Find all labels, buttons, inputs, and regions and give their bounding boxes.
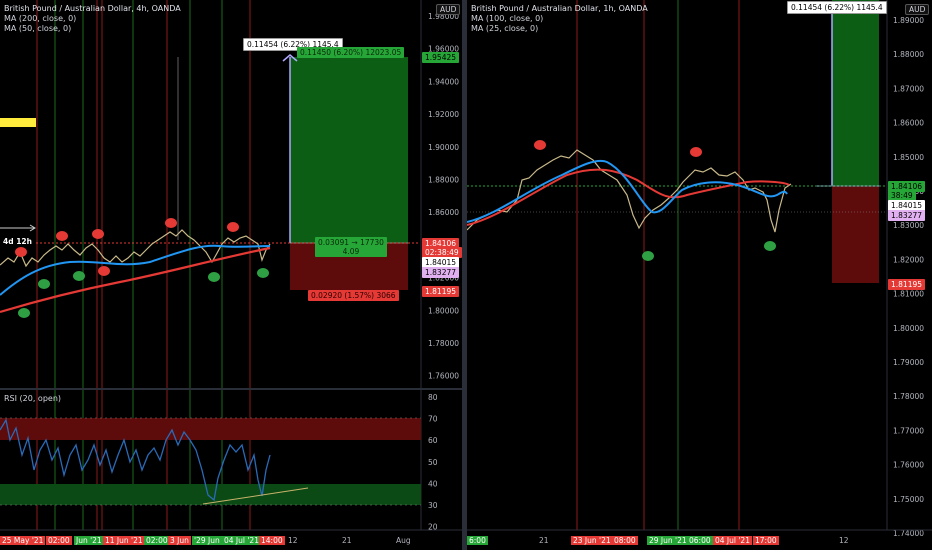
axis-tick-label: 1.86000	[893, 119, 924, 128]
time-tick: Aug	[396, 536, 411, 545]
vertical-markers	[576, 0, 740, 530]
axis-tick-label: 1.80000	[428, 306, 459, 315]
currency-label[interactable]: AUD	[436, 4, 461, 15]
ma-50-legend: MA (50, close, 0)	[4, 24, 72, 33]
left-chart-title: British Pound / Australian Dollar, 4h, O…	[4, 4, 181, 13]
axis-tick-label: 1.83000	[893, 221, 924, 230]
risk-reward-line-2: 4.09	[342, 247, 360, 256]
rsi-legend: RSI (20, open)	[4, 394, 62, 403]
axis-tick-label: 1.79000	[893, 358, 924, 367]
axis-tick-label: 1.76000	[428, 372, 459, 381]
vertical-markers	[36, 0, 251, 530]
ma-200-badge: 1.83277	[422, 267, 460, 278]
time-tick: 29 Jun '21	[647, 536, 689, 545]
axis-tick-label: 50	[428, 458, 438, 467]
time-tick: 14:00	[259, 536, 285, 545]
axis-tick-label: 30	[428, 501, 438, 510]
price-axis[interactable]: 1.890001.880001.870001.860001.850001.840…	[893, 16, 924, 538]
profit-zone[interactable]	[290, 57, 408, 243]
swing-highs	[534, 140, 702, 157]
risk-reward-label: 0.03091 → 17730 4.09	[315, 237, 387, 257]
time-tick: 21	[539, 536, 549, 545]
time-tick: 04 Jul '21	[222, 536, 261, 545]
axis-tick-label: 1.78000	[428, 339, 459, 348]
bar-countdown-label: 4d 12h	[0, 236, 35, 247]
risk-reward-line-1: 0.03091 → 17730	[318, 238, 384, 247]
ma-25-legend: MA (25, close, 0)	[471, 24, 539, 33]
loss-zone[interactable]	[832, 186, 879, 283]
axis-tick-label: 60	[428, 436, 438, 445]
time-tick: 02:00	[144, 536, 170, 545]
rsi-axis: 80706050403020	[428, 393, 438, 532]
time-tick: 6:00	[467, 536, 488, 545]
axis-tick-label: 1.88000	[428, 176, 459, 185]
axis-tick-label: 80	[428, 393, 438, 402]
right-chart-title: British Pound / Australian Dollar, 1h, O…	[471, 4, 648, 13]
ma-100-badge: 1.83277	[888, 210, 926, 221]
rsi-oversold-zone	[0, 484, 421, 505]
time-tick: 06:00	[687, 536, 713, 545]
yellow-highlight	[0, 118, 36, 127]
axis-tick-label: 1.85000	[893, 153, 924, 162]
axis-tick-label: 1.94000	[428, 77, 459, 86]
right-chart-legend: British Pound / Australian Dollar, 1h, O…	[471, 4, 648, 34]
time-axis[interactable]: 25 May '21 02:00 Jun '21 11 Jun '21 02:0…	[0, 536, 420, 548]
stop-price-badge: 1.81195	[888, 279, 926, 290]
swing-lows	[18, 268, 269, 318]
time-tick: Jun '21	[74, 536, 104, 545]
axis-tick-label: 1.89000	[893, 16, 924, 25]
profit-label: 0.11450 (6.20%) 12023.05	[297, 47, 405, 58]
time-tick: 04 Jul '21	[713, 536, 752, 545]
ma-200-legend: MA (200, close, 0)	[4, 14, 77, 23]
swing-lows	[642, 241, 776, 261]
axis-tick-label: 1.86000	[428, 208, 459, 217]
time-axis[interactable]: 6:00 21 23 Jun '21 08:00 29 Jun '21 06:0…	[467, 536, 887, 548]
time-tick: 08:00	[612, 536, 638, 545]
left-chart-canvas[interactable]: 1.980001.960001.940001.920001.900001.880…	[0, 0, 462, 550]
target-price-badge: 1.95425	[422, 52, 460, 63]
time-tick: 02:00	[46, 536, 72, 545]
currency-label[interactable]: AUD	[905, 4, 930, 15]
axis-tick-label: 1.78000	[893, 392, 924, 401]
axis-tick-label: 1.80000	[893, 324, 924, 333]
time-tick: 23 Jun '21	[571, 536, 613, 545]
left-chart-legend: British Pound / Australian Dollar, 4h, O…	[4, 4, 181, 34]
axis-tick-label: 1.77000	[893, 426, 924, 435]
ma-100-legend: MA (100, close, 0)	[471, 14, 544, 23]
rsi-overbought-zone	[0, 418, 421, 440]
stop-price-badge: 1.81195	[422, 286, 460, 297]
time-tick: 17:00	[753, 536, 779, 545]
axis-tick-label: 1.92000	[428, 110, 459, 119]
time-tick: 3 Jun	[168, 536, 191, 545]
axis-tick-label: 40	[428, 479, 438, 488]
time-tick: 12	[839, 536, 849, 545]
axis-tick-label: 1.76000	[893, 461, 924, 470]
time-tick: 25 May '21	[0, 536, 46, 545]
measure-label: 0.11454 (6.22%) 1145.4	[787, 1, 887, 14]
time-tick: 21	[342, 536, 352, 545]
axis-tick-label: 1.75000	[893, 495, 924, 504]
axis-tick-label: 1.81000	[893, 290, 924, 299]
axis-tick-label: 70	[428, 415, 438, 424]
profit-zone[interactable]	[832, 0, 879, 186]
loss-label: 0.02920 (1.57%) 3066	[308, 290, 399, 301]
axis-tick-label: 1.82000	[893, 255, 924, 264]
price-candles	[467, 149, 792, 233]
left-chart-pane[interactable]: 1.98000 1.96000 1.94000 1.92000 1.90000 1.880…	[0, 0, 462, 550]
axis-tick-label: 1.90000	[428, 143, 459, 152]
price-axis[interactable]: 1.980001.960001.940001.920001.900001.880…	[428, 12, 459, 381]
axis-tick-label: 1.87000	[893, 84, 924, 93]
right-chart-canvas[interactable]: 1.890001.880001.870001.860001.850001.840…	[467, 0, 932, 550]
price-candles	[0, 229, 271, 268]
axis-tick-label: 1.88000	[893, 50, 924, 59]
time-tick: 11 Jun '21	[103, 536, 145, 545]
right-chart-pane[interactable]: 1.890001.880001.870001.860001.850001.840…	[467, 0, 932, 550]
time-tick: 12	[288, 536, 298, 545]
